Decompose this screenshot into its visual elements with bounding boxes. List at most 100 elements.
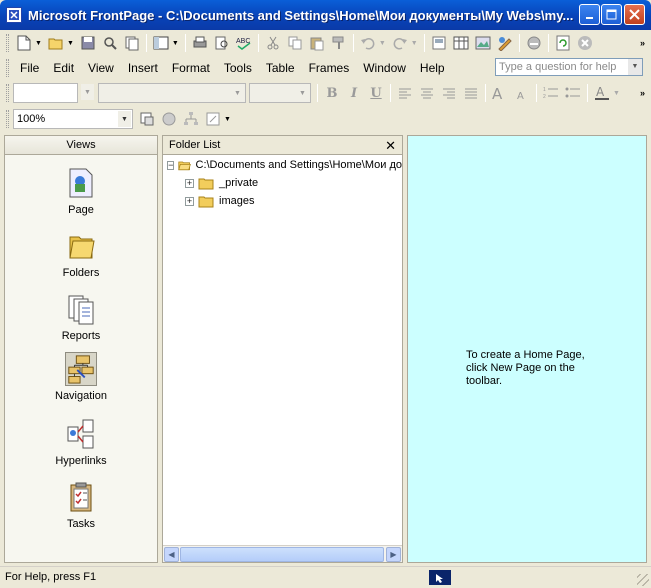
formatting-grip[interactable] bbox=[6, 84, 9, 102]
zoom-toolbar-options-icon[interactable]: ▼ bbox=[224, 116, 231, 123]
toolbar-options-icon[interactable]: » bbox=[640, 38, 645, 48]
menu-edit[interactable]: Edit bbox=[46, 59, 81, 77]
formatting-options-icon[interactable]: » bbox=[640, 88, 645, 98]
font-combo[interactable]: ▼ bbox=[98, 83, 246, 103]
zoom-combo[interactable]: ▼ bbox=[13, 109, 133, 129]
toggle-pane-dropdown-icon[interactable]: ▼ bbox=[172, 40, 179, 47]
font-size-dropdown-icon[interactable]: ▼ bbox=[296, 85, 309, 101]
font-input[interactable] bbox=[99, 84, 245, 102]
style-combo[interactable] bbox=[13, 83, 78, 103]
help-dropdown-icon[interactable]: ▼ bbox=[628, 59, 642, 75]
search-icon[interactable] bbox=[101, 34, 119, 52]
undo-icon[interactable] bbox=[359, 34, 377, 52]
menu-view[interactable]: View bbox=[81, 59, 121, 77]
expand-icon[interactable]: + bbox=[185, 178, 194, 188]
close-folder-list-icon[interactable]: ✕ bbox=[385, 136, 396, 155]
minimize-button[interactable] bbox=[579, 4, 600, 25]
menu-grip[interactable] bbox=[6, 59, 9, 77]
redo-icon[interactable] bbox=[391, 34, 409, 52]
numbering-icon[interactable]: 12 bbox=[542, 84, 560, 102]
font-color-icon[interactable]: A bbox=[593, 84, 611, 102]
toolbar-grip[interactable] bbox=[6, 34, 9, 52]
style-dropdown[interactable]: ▼ bbox=[81, 83, 95, 103]
font-dropdown-icon[interactable]: ▼ bbox=[231, 85, 244, 101]
new-page-icon[interactable] bbox=[15, 34, 33, 52]
publish-icon[interactable] bbox=[123, 34, 141, 52]
resize-grip-icon[interactable] bbox=[637, 574, 649, 586]
save-icon[interactable] bbox=[79, 34, 97, 52]
style-input[interactable] bbox=[14, 84, 77, 102]
tree-item-images[interactable]: + images bbox=[185, 192, 254, 210]
redo-dropdown-icon[interactable]: ▼ bbox=[411, 40, 418, 47]
italic-icon[interactable]: I bbox=[345, 86, 363, 101]
horizontal-scrollbar[interactable]: ◀ ▶ bbox=[163, 545, 402, 562]
align-left-icon[interactable] bbox=[396, 84, 414, 102]
refresh-icon[interactable] bbox=[554, 34, 572, 52]
tree-root[interactable]: − C:\Documents and Settings\Home\Мои до bbox=[167, 156, 402, 174]
open-folder-icon[interactable] bbox=[47, 34, 65, 52]
bullets-icon[interactable] bbox=[564, 84, 582, 102]
view-navigation[interactable]: Navigation bbox=[5, 352, 157, 402]
hyperlink-icon[interactable] bbox=[525, 34, 543, 52]
maximize-button[interactable] bbox=[601, 4, 622, 25]
menu-table[interactable]: Table bbox=[259, 59, 302, 77]
open-dropdown-icon[interactable]: ▼ bbox=[67, 40, 74, 47]
bold-icon[interactable]: B bbox=[323, 86, 341, 101]
zoom-dropdown-icon[interactable]: ▼ bbox=[118, 111, 131, 127]
move-icon[interactable] bbox=[204, 110, 222, 128]
view-hyperlinks[interactable]: Hyperlinks bbox=[5, 417, 157, 467]
title-bar[interactable]: Microsoft FrontPage - C:\Documents and S… bbox=[0, 0, 651, 30]
zoom-input[interactable] bbox=[14, 110, 132, 128]
paste-icon[interactable] bbox=[308, 34, 326, 52]
main-content-area[interactable]: To create a Home Page, click New Page on… bbox=[407, 135, 647, 563]
menu-frames[interactable]: Frames bbox=[302, 59, 357, 77]
stop-icon[interactable] bbox=[576, 34, 594, 52]
font-color-dropdown-icon[interactable]: ▼ bbox=[613, 90, 620, 97]
justify-icon[interactable] bbox=[462, 84, 480, 102]
scroll-right-icon[interactable]: ▶ bbox=[386, 547, 401, 562]
insert-table-icon[interactable] bbox=[452, 34, 470, 52]
cut-icon[interactable] bbox=[264, 34, 282, 52]
help-question-input[interactable]: Type a question for help ▼ bbox=[495, 58, 643, 76]
close-window-button[interactable] bbox=[624, 4, 645, 25]
menu-insert[interactable]: Insert bbox=[121, 59, 165, 77]
new-dropdown-icon[interactable]: ▼ bbox=[35, 40, 42, 47]
menu-format[interactable]: Format bbox=[165, 59, 217, 77]
tree-item-private[interactable]: + _private bbox=[185, 174, 258, 192]
view-page[interactable]: Page bbox=[5, 166, 157, 216]
spelling-icon[interactable]: ABC bbox=[235, 34, 253, 52]
collapse-icon[interactable]: − bbox=[167, 160, 175, 170]
copy-icon[interactable] bbox=[286, 34, 304, 52]
increase-font-icon[interactable]: A bbox=[491, 84, 509, 102]
view-tasks[interactable]: Tasks bbox=[5, 480, 157, 530]
format-painter-icon[interactable] bbox=[330, 34, 348, 52]
drawing-icon[interactable] bbox=[496, 34, 514, 52]
menu-tools[interactable]: Tools bbox=[217, 59, 259, 77]
align-center-icon[interactable] bbox=[418, 84, 436, 102]
web-component-icon[interactable] bbox=[430, 34, 448, 52]
underline-icon[interactable]: U bbox=[367, 86, 385, 101]
scroll-thumb[interactable] bbox=[180, 547, 384, 562]
status-indicator[interactable] bbox=[429, 570, 451, 585]
style-dropdown-icon[interactable]: ▼ bbox=[81, 84, 94, 100]
position-absolute-icon[interactable] bbox=[138, 110, 156, 128]
expand-icon[interactable]: + bbox=[185, 196, 194, 206]
font-size-combo[interactable]: ▼ bbox=[249, 83, 311, 103]
toggle-pane-icon[interactable] bbox=[152, 34, 170, 52]
frontpage-app-icon[interactable] bbox=[6, 7, 22, 23]
preview-icon[interactable] bbox=[213, 34, 231, 52]
menu-help[interactable]: Help bbox=[413, 59, 452, 77]
hierarchy-icon[interactable] bbox=[182, 110, 200, 128]
zoom-grip[interactable] bbox=[6, 110, 9, 128]
menu-file[interactable]: File bbox=[13, 59, 46, 77]
view-reports[interactable]: Reports bbox=[5, 292, 157, 342]
scroll-left-icon[interactable]: ◀ bbox=[164, 547, 179, 562]
undo-dropdown-icon[interactable]: ▼ bbox=[379, 40, 386, 47]
insert-picture-icon[interactable] bbox=[474, 34, 492, 52]
print-icon[interactable] bbox=[191, 34, 209, 52]
align-right-icon[interactable] bbox=[440, 84, 458, 102]
menu-window[interactable]: Window bbox=[356, 59, 413, 77]
decrease-font-icon[interactable]: A bbox=[513, 84, 531, 102]
view-folders[interactable]: Folders bbox=[5, 229, 157, 279]
web-globe-icon[interactable] bbox=[160, 110, 178, 128]
